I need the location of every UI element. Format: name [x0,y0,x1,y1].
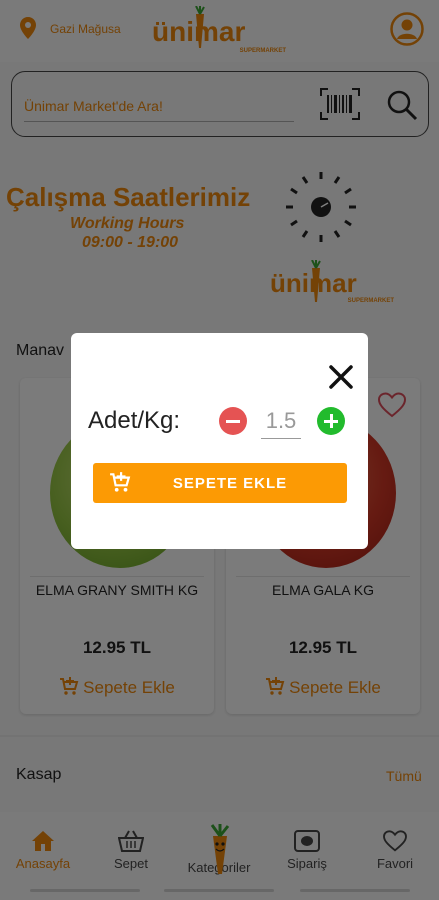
close-icon[interactable] [327,363,355,391]
add-to-cart-label: SEPETE EKLE [172,475,288,492]
quantity-label: Adet/Kg: [88,407,181,434]
quantity-dialog: Adet/Kg: SEPETE EKLE [71,333,368,549]
quantity-input[interactable] [261,403,301,439]
add-to-cart-button[interactable]: SEPETE EKLE [93,463,347,503]
decrease-quantity-button[interactable] [219,407,247,435]
increase-quantity-button[interactable] [317,407,345,435]
